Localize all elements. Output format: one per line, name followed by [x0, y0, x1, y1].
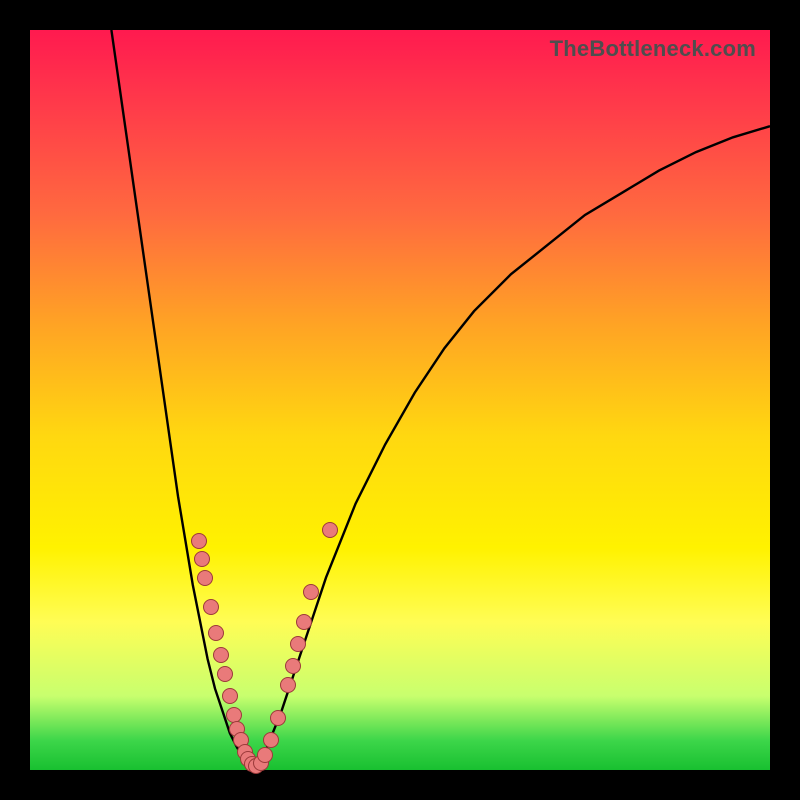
data-marker-left — [191, 533, 207, 549]
data-marker-right — [285, 658, 301, 674]
data-marker-right — [280, 677, 296, 693]
right-branch-line — [252, 126, 770, 766]
data-marker-left — [217, 666, 233, 682]
data-marker-right — [296, 614, 312, 630]
data-marker-right — [322, 522, 338, 538]
data-marker-left — [194, 551, 210, 567]
data-marker-right — [290, 636, 306, 652]
data-marker-left — [197, 570, 213, 586]
curve-layer — [30, 30, 770, 770]
chart-frame: TheBottleneck.com — [0, 0, 800, 800]
data-marker-left — [226, 707, 242, 723]
data-marker-right — [263, 732, 279, 748]
data-marker-left — [222, 688, 238, 704]
data-marker-right — [270, 710, 286, 726]
plot-area: TheBottleneck.com — [30, 30, 770, 770]
left-branch-line — [111, 30, 252, 766]
